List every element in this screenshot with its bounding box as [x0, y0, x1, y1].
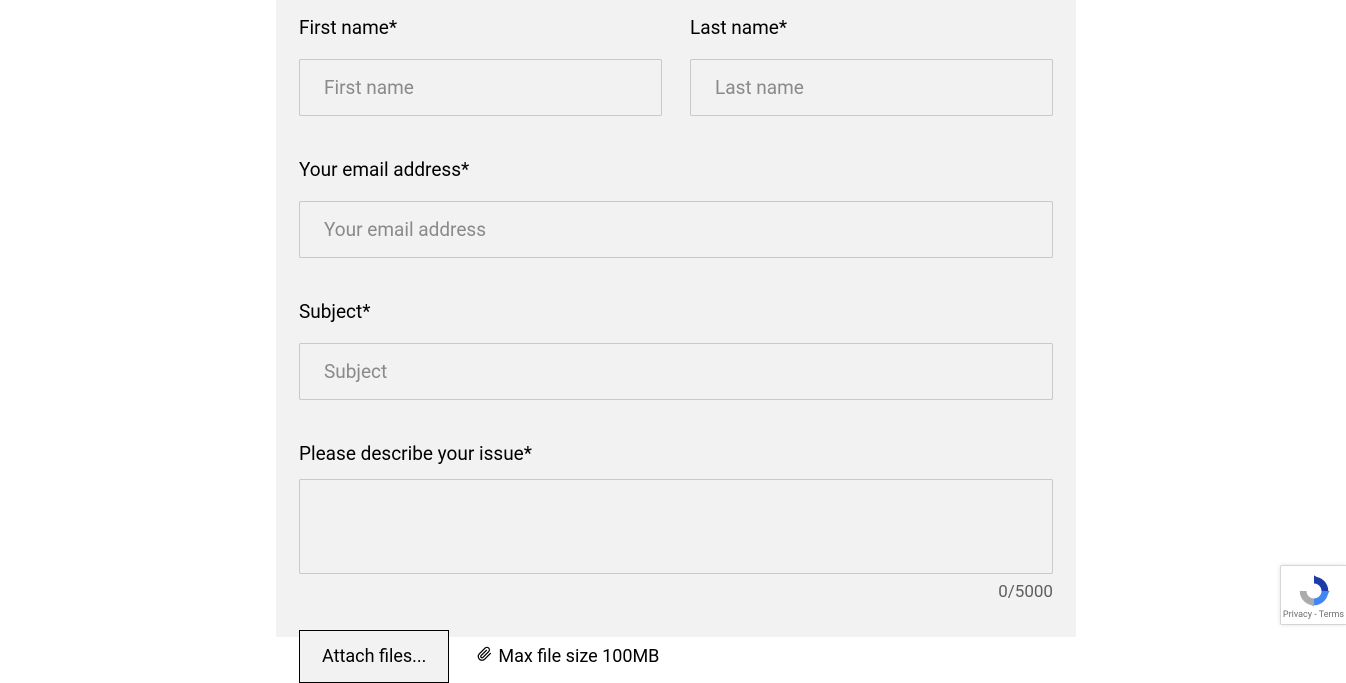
attach-files-button[interactable]: Attach files...: [299, 630, 449, 683]
last-name-input[interactable]: [690, 59, 1053, 116]
recaptcha-terms-link[interactable]: Terms: [1319, 610, 1344, 620]
recaptcha-privacy-link[interactable]: Privacy: [1283, 610, 1312, 620]
last-name-group: Last name*: [690, 16, 1053, 116]
subject-label: Subject*: [299, 300, 1053, 323]
issue-textarea[interactable]: [299, 479, 1053, 574]
contact-form-panel: First name* Last name* Your email addres…: [276, 0, 1076, 637]
char-counter: 0/5000: [299, 582, 1053, 602]
email-input[interactable]: [299, 201, 1053, 258]
file-size-text: Max file size 100MB: [498, 646, 659, 667]
first-name-input[interactable]: [299, 59, 662, 116]
subject-input[interactable]: [299, 343, 1053, 400]
paperclip-icon: [477, 646, 492, 667]
recaptcha-badge[interactable]: Privacy - Terms: [1280, 565, 1346, 625]
first-name-label: First name*: [299, 16, 662, 39]
first-name-group: First name*: [299, 16, 662, 116]
recaptcha-links: Privacy - Terms: [1283, 610, 1344, 620]
attach-row: Attach files... Max file size 100MB: [299, 630, 1053, 683]
issue-group: Please describe your issue* 0/5000: [299, 442, 1053, 602]
issue-label: Please describe your issue*: [299, 442, 1053, 465]
last-name-label: Last name*: [690, 16, 1053, 39]
file-size-note: Max file size 100MB: [477, 646, 659, 667]
email-group: Your email address*: [299, 158, 1053, 258]
recaptcha-icon: [1297, 574, 1331, 608]
email-label: Your email address*: [299, 158, 1053, 181]
subject-group: Subject*: [299, 300, 1053, 400]
